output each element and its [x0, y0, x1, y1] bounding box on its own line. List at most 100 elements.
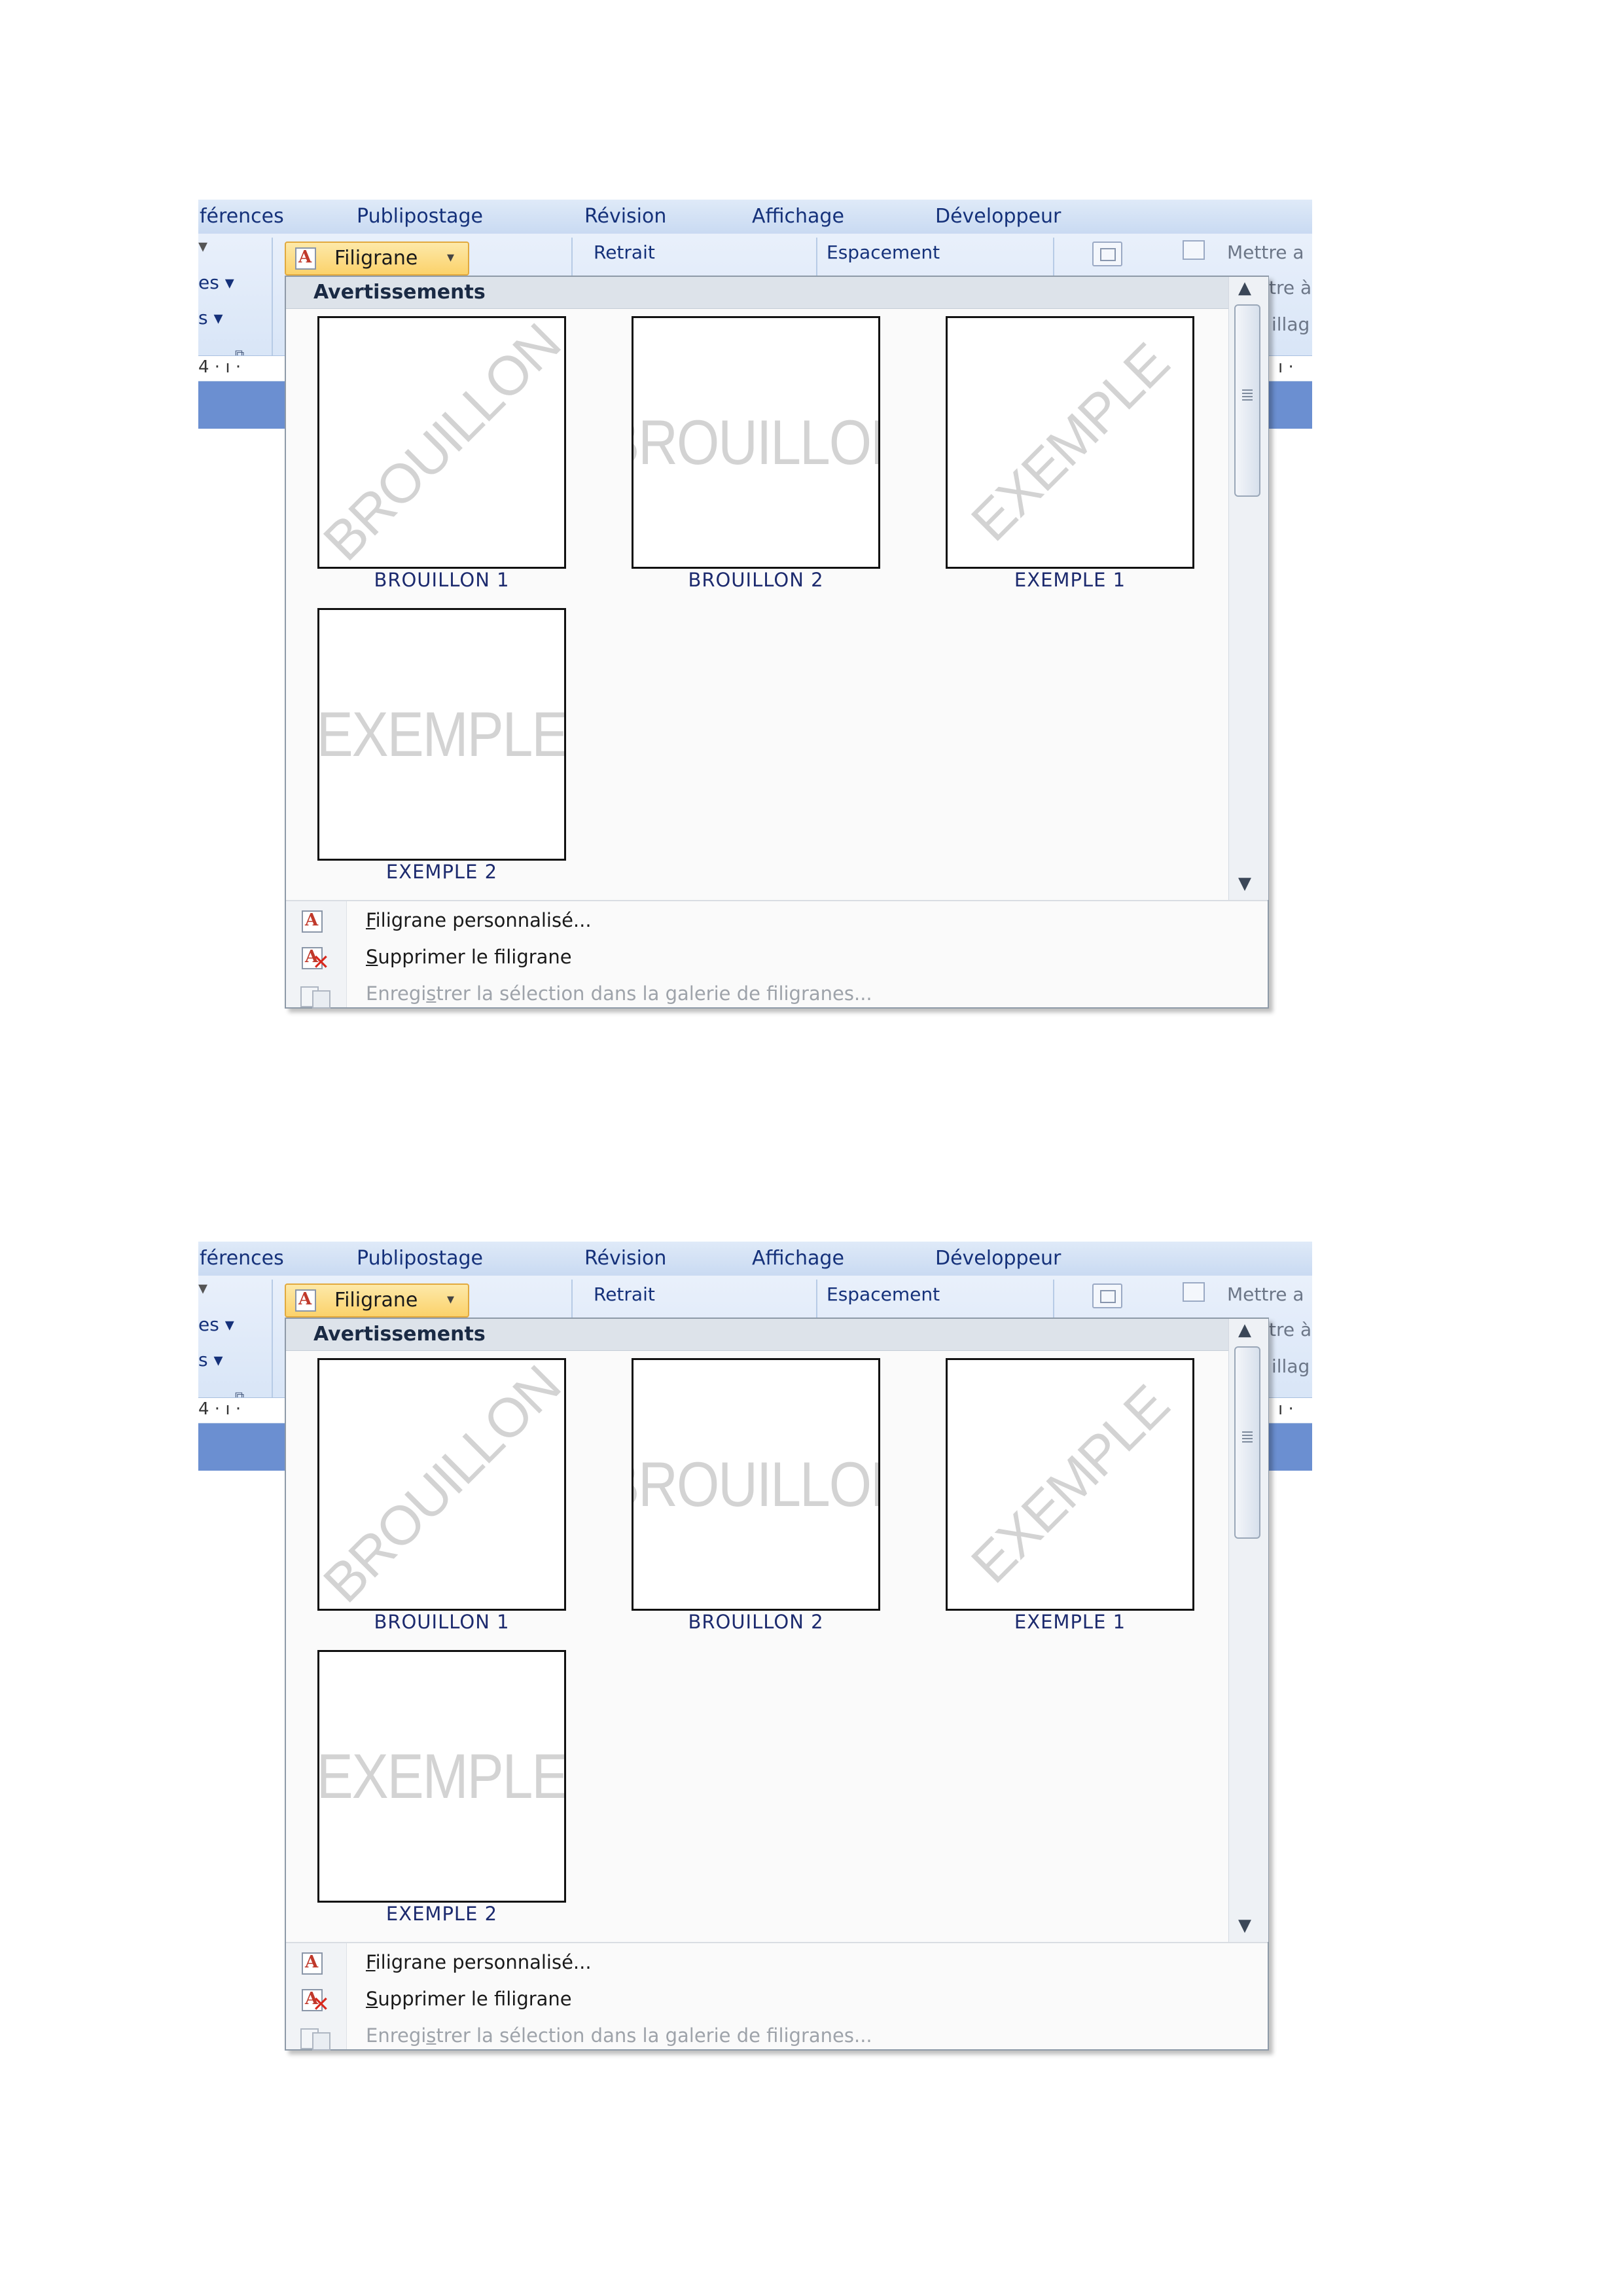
group-divider [571, 238, 573, 277]
screenshot-top: férences Publipostage Révision Affichage… [198, 200, 1312, 1010]
watermark-preview-text: BROUILLON [317, 316, 566, 569]
watermark-icon: A [302, 910, 323, 933]
gallery-caption: BROUILLON 1 [374, 1611, 510, 1633]
retrait-label: Retrait [594, 242, 655, 263]
save-selection-to-gallery-menu-item: Enregistrer la sélection dans la galerie… [286, 2019, 1268, 2054]
ruler-right-marks: ı · [1278, 1399, 1294, 1419]
scroll-up-arrow-icon[interactable]: ▲ [1238, 278, 1251, 298]
gallery-item-brouillon-1[interactable]: BROUILLON [317, 1358, 566, 1611]
menu-item-label: Filigrane personnalisé... [366, 1951, 592, 1973]
scrollbar-thumb[interactable] [1234, 304, 1260, 497]
watermark-preview-text: BROUILLON [317, 1358, 566, 1611]
bring-forward-icon[interactable] [1183, 1282, 1205, 1302]
gallery-item-exemple-1[interactable]: EXEMPLE [946, 316, 1194, 569]
save-to-gallery-icon [300, 984, 330, 1009]
filigrane-button[interactable]: A Filigrane ▾ [285, 1283, 469, 1318]
watermark-preview-text: EXEMPLE [959, 1374, 1181, 1595]
filigrane-button-label: Filigrane [334, 1289, 418, 1312]
gallery-item-brouillon-1[interactable]: BROUILLON [317, 316, 566, 569]
tab-revision[interactable]: Révision [584, 200, 666, 234]
tab-affichage[interactable]: Affichage [752, 1242, 844, 1276]
scroll-down-arrow-icon[interactable]: ▼ [1238, 874, 1251, 893]
left-group-item-s[interactable]: s ▾ [198, 1349, 223, 1371]
position-picture-icon[interactable] [1092, 242, 1122, 266]
watermark-icon: A [295, 247, 316, 270]
group-divider [1053, 238, 1054, 277]
scroll-down-arrow-icon[interactable]: ▼ [1238, 1916, 1251, 1935]
text-wrap-label[interactable]: illag [1272, 314, 1310, 335]
gallery-scrollbar[interactable]: ▲ ▼ [1228, 1319, 1268, 1942]
watermark-dropdown: Avertissements ▲ ▼ BROUILLON BROUILLON 1… [285, 1318, 1269, 2051]
espacement-label: Espacement [827, 242, 940, 263]
scroll-up-arrow-icon[interactable]: ▲ [1238, 1320, 1251, 1340]
bring-forward-label[interactable]: Mettre a [1227, 1283, 1304, 1305]
gallery-item-exemple-2[interactable]: EXEMPLE [317, 1650, 566, 1903]
tab-references[interactable]: férences [200, 200, 284, 234]
remove-watermark-menu-item[interactable]: A ✕ Supprimer le filigrane [286, 1982, 1268, 2018]
filigrane-button[interactable]: A Filigrane ▾ [285, 242, 469, 276]
menu-divider [286, 900, 1268, 901]
category-title: Avertissements [313, 281, 486, 304]
group-divider [816, 1280, 817, 1319]
ruler-left-marks: 4 · ı · [198, 1399, 241, 1419]
tab-affichage[interactable]: Affichage [752, 200, 844, 234]
ribbon-tab-bar: férences Publipostage Révision Affichage… [198, 1242, 1312, 1276]
gallery-caption: EXEMPLE 2 [385, 861, 498, 883]
watermark-preview-text: BROUILLON [633, 406, 878, 478]
tab-revision[interactable]: Révision [584, 1242, 666, 1276]
retrait-label: Retrait [594, 1283, 655, 1305]
tab-references[interactable]: férences [200, 1242, 284, 1276]
ribbon-tab-bar: férences Publipostage Révision Affichage… [198, 200, 1312, 234]
close-icon: ✕ [312, 1992, 330, 2017]
filigrane-button-label: Filigrane [334, 247, 418, 270]
scrollbar-thumb[interactable] [1234, 1346, 1260, 1539]
custom-watermark-menu-item[interactable]: A Filigrane personnalisé... [286, 904, 1268, 939]
tab-publipostage[interactable]: Publipostage [357, 1242, 483, 1276]
watermark-icon: A [295, 1289, 316, 1312]
gallery-caption: EXEMPLE 2 [385, 1903, 498, 1925]
bring-forward-label[interactable]: Mettre a [1227, 242, 1304, 263]
watermark-dropdown: Avertissements ▲ ▼ BROUILLON BROUILLON 1… [285, 276, 1269, 1009]
gallery-item-brouillon-2[interactable]: BROUILLON [632, 1358, 880, 1611]
gallery-scrollbar[interactable]: ▲ ▼ [1228, 277, 1268, 900]
left-group-arrow: ▾ [198, 1277, 208, 1299]
ruler-left-marks: 4 · ı · [198, 357, 241, 377]
menu-item-label: Filigrane personnalisé... [366, 909, 592, 931]
close-icon: ✕ [312, 950, 330, 975]
category-title: Avertissements [313, 1323, 486, 1346]
chevron-down-icon: ▾ [447, 1291, 455, 1308]
gallery-caption: BROUILLON 2 [688, 1611, 824, 1633]
text-wrap-label[interactable]: illag [1272, 1355, 1310, 1377]
left-group-arrow: ▾ [198, 235, 208, 257]
scroll-grip-icon [1242, 389, 1253, 401]
custom-watermark-menu-item[interactable]: A Filigrane personnalisé... [286, 1946, 1268, 1981]
gallery-item-exemple-1[interactable]: EXEMPLE [946, 1358, 1194, 1611]
group-divider [816, 238, 817, 277]
menu-item-label: Enregistrer la sélection dans la galerie… [366, 2024, 872, 2047]
tab-developpeur[interactable]: Développeur [935, 200, 1061, 234]
menu-divider [286, 1942, 1268, 1943]
gallery-caption: BROUILLON 1 [374, 569, 510, 591]
menu-item-label: Enregistrer la sélection dans la galerie… [366, 982, 872, 1005]
position-picture-icon[interactable] [1092, 1283, 1122, 1308]
save-to-gallery-icon [300, 2026, 330, 2051]
left-group-item-es[interactable]: es ▾ [198, 1314, 234, 1335]
tab-publipostage[interactable]: Publipostage [357, 200, 483, 234]
group-divider [272, 238, 273, 362]
remove-watermark-menu-item[interactable]: A ✕ Supprimer le filigrane [286, 941, 1268, 976]
left-group-item-s[interactable]: s ▾ [198, 307, 223, 329]
gallery-category-header: Avertissements [286, 277, 1228, 309]
group-divider [272, 1280, 273, 1404]
tab-developpeur[interactable]: Développeur [935, 1242, 1061, 1276]
group-divider [1053, 1280, 1054, 1319]
gallery-item-brouillon-2[interactable]: BROUILLON [632, 316, 880, 569]
ruler-right-marks: ı · [1278, 357, 1294, 377]
bring-forward-icon[interactable] [1183, 240, 1205, 260]
watermark-preview-text: BROUILLON [633, 1448, 878, 1520]
left-group-item-es[interactable]: es ▾ [198, 272, 234, 293]
send-backward-label[interactable]: tre à [1269, 277, 1311, 298]
watermark-preview-text: EXEMPLE [317, 698, 566, 770]
gallery-item-exemple-2[interactable]: EXEMPLE [317, 608, 566, 861]
send-backward-label[interactable]: tre à [1269, 1319, 1311, 1340]
chevron-down-icon: ▾ [447, 249, 455, 266]
